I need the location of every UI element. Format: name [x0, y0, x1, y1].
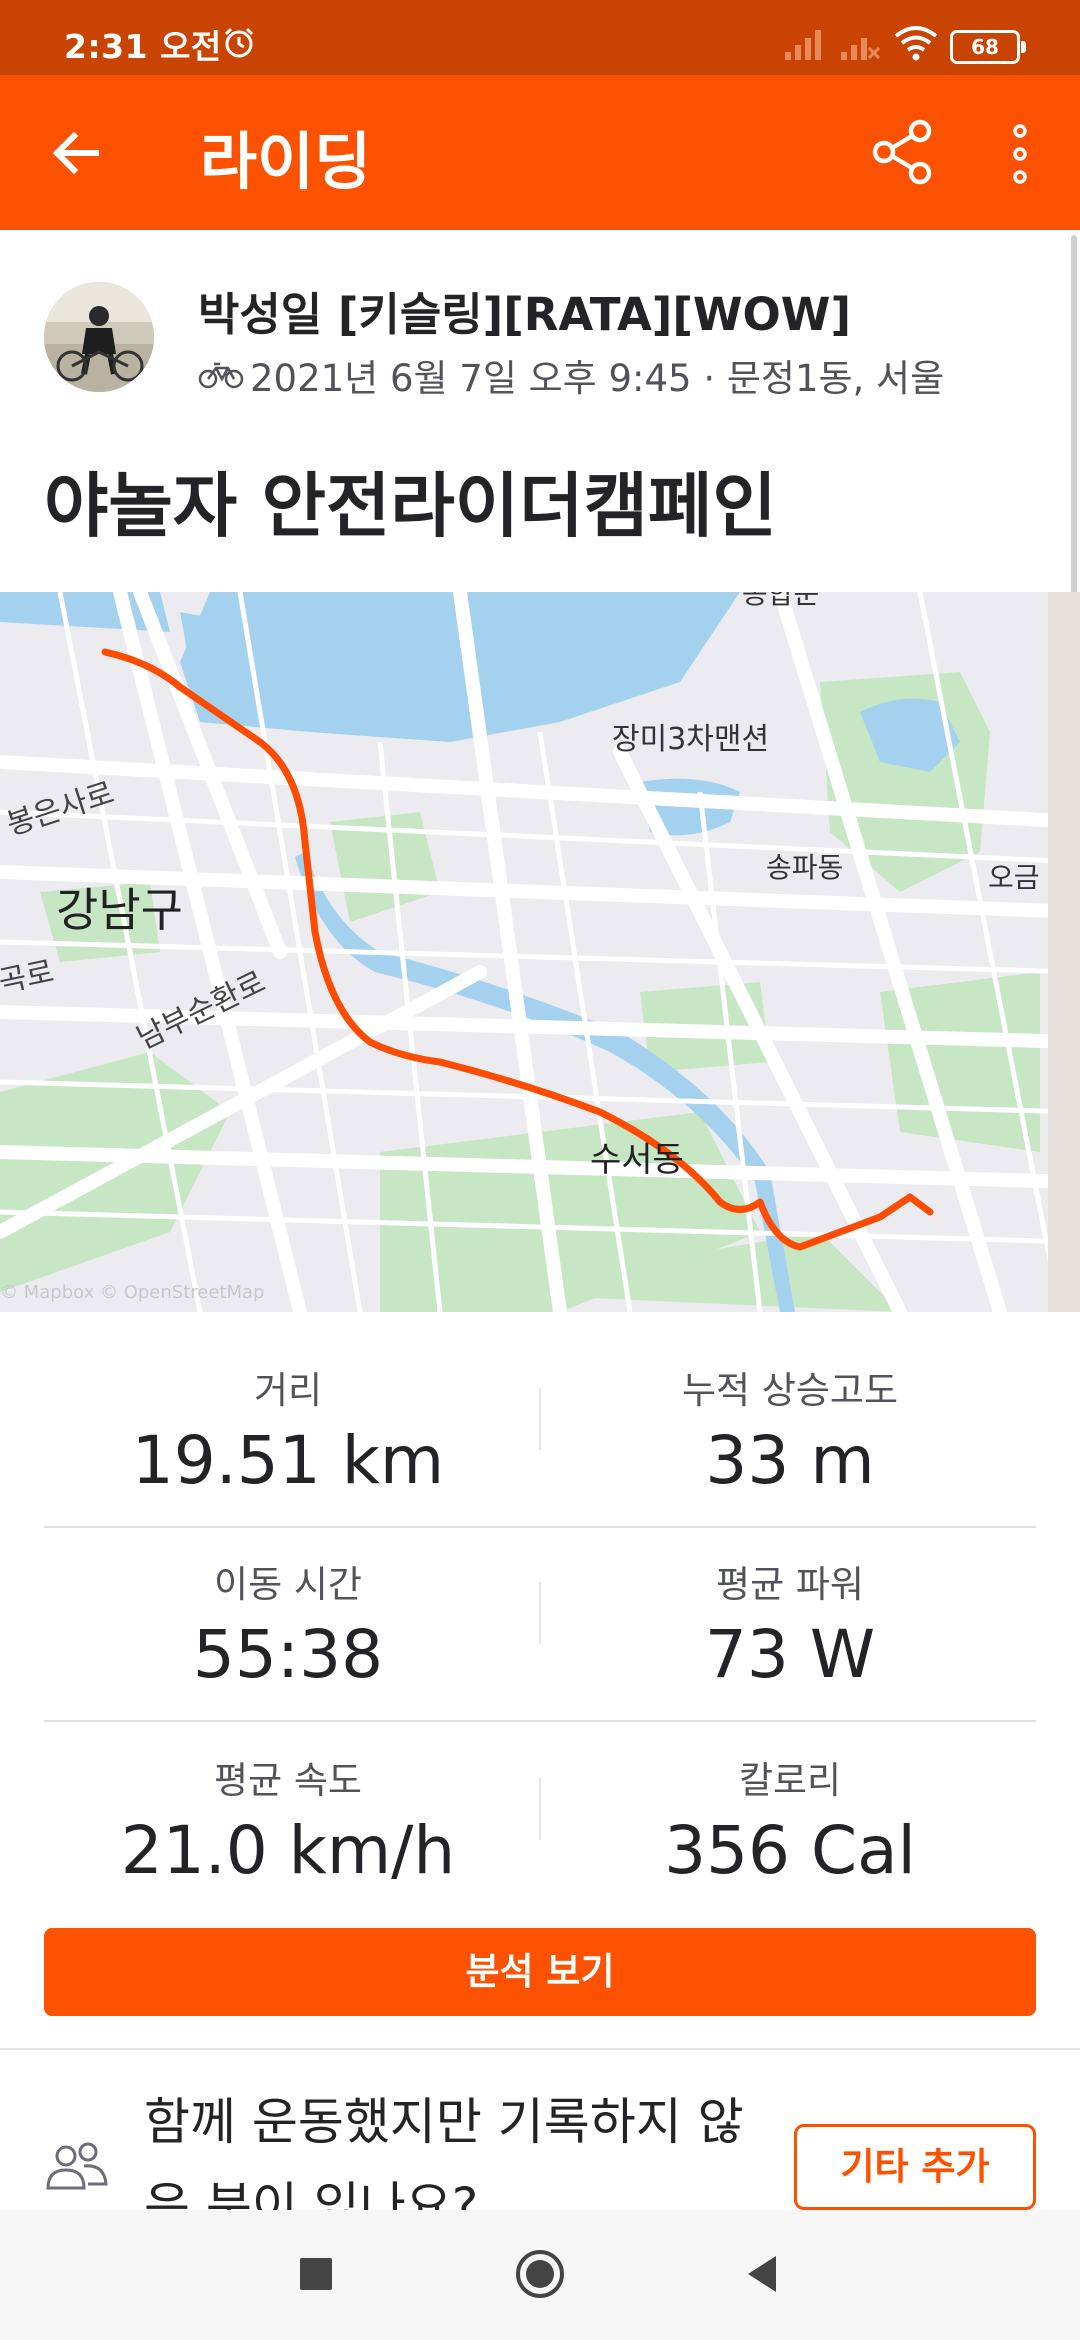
avatar-photo [44, 282, 154, 392]
stat-moving-time: 이동 시간 55:38 [18, 1554, 558, 1693]
wifi-icon [894, 26, 938, 61]
divider [539, 1778, 541, 1840]
stat-value: 356 Cal [664, 1812, 916, 1889]
stat-avg-speed: 평균 속도 21.0 km/h [18, 1750, 558, 1889]
stat-distance: 거리 19.51 km [18, 1360, 558, 1499]
recent-apps-button[interactable] [300, 2258, 332, 2290]
stat-label: 거리 [253, 1369, 323, 1412]
status-bar: 2:31 오전 68 [0, 0, 1080, 75]
map-attribution[interactable]: © Mapbox © OpenStreetMap [0, 1282, 264, 1303]
stat-value: 21.0 km/h [120, 1812, 456, 1889]
stat-label: 칼로리 [738, 1759, 842, 1802]
activity-meta: 2021년 6월 7일 오후 9:45 · 문정1동, 서울 [198, 348, 944, 402]
share-icon[interactable] [870, 117, 936, 187]
map-label-ogeum: 오금 [988, 861, 1040, 894]
signal-icon [785, 30, 821, 60]
map-label-suseo: 수서동 [590, 1140, 684, 1180]
stat-label: 누적 상승고도 [681, 1369, 898, 1412]
stat-value: 73 W [704, 1616, 876, 1693]
bike-icon [198, 362, 244, 389]
back-arrow-icon[interactable] [48, 125, 104, 181]
athlete-name[interactable]: 박성일 [키슬링][RATA][WOW] [198, 278, 851, 343]
home-button[interactable] [514, 2248, 566, 2300]
status-time: 2:31 오전 [64, 27, 222, 66]
avatar[interactable] [44, 282, 154, 392]
divider [539, 1582, 541, 1644]
signal-no-service-icon [841, 38, 881, 60]
battery-indicator: 68 [950, 30, 1026, 64]
stat-label: 평균 파워 [716, 1563, 864, 1606]
stat-calories: 칼로리 356 Cal [520, 1750, 1060, 1889]
stat-label: 이동 시간 [214, 1563, 362, 1606]
activity-date-location: 2021년 6월 7일 오후 9:45 · 문정1동, 서울 [250, 357, 945, 400]
map-label-gangnam: 강남구 [56, 883, 183, 937]
route-map[interactable]: 종합운 장미3차맨션 송파동 오금 봉은사로 강남구 곡로 남부순환로 수서동 … [0, 592, 1080, 1312]
map-label-top: 종합운 [742, 592, 820, 610]
group-activity-prompt: 함께 운동했지만 기록하지 않은 분이 있나요? [144, 2093, 744, 2210]
divider [44, 1720, 1036, 1722]
stat-value: 55:38 [192, 1616, 384, 1693]
more-options-icon[interactable] [1004, 119, 1036, 189]
group-activity-section: 함께 운동했지만 기록하지 않은 분이 있나요? 기타 추가 [0, 2050, 1080, 2210]
back-button[interactable] [744, 2254, 780, 2294]
page-title: 라이딩 [200, 125, 372, 198]
system-nav-bar [0, 2210, 1080, 2340]
divider [44, 1526, 1036, 1528]
app-bar: 라이딩 [0, 75, 1080, 230]
view-analysis-button[interactable]: 분석 보기 [44, 1928, 1036, 2016]
stat-avg-power: 평균 파워 73 W [520, 1554, 1060, 1693]
alarm-icon [224, 27, 254, 58]
stat-value: 33 m [705, 1422, 875, 1499]
activity-title: 야놀자 안전라이더캠페인 [44, 465, 777, 547]
divider [539, 1388, 541, 1450]
stat-value: 19.51 km [131, 1422, 445, 1499]
add-others-button[interactable]: 기타 추가 [794, 2124, 1036, 2210]
map-canvas [0, 592, 1080, 1312]
stat-elevation: 누적 상승고도 33 m [520, 1360, 1060, 1499]
people-icon [46, 2142, 108, 2190]
map-label-apartment: 장미3차맨션 [612, 722, 770, 757]
map-label-songpa: 송파동 [766, 851, 844, 884]
scroll-indicator [1071, 235, 1077, 595]
stat-label: 평균 속도 [214, 1759, 362, 1802]
